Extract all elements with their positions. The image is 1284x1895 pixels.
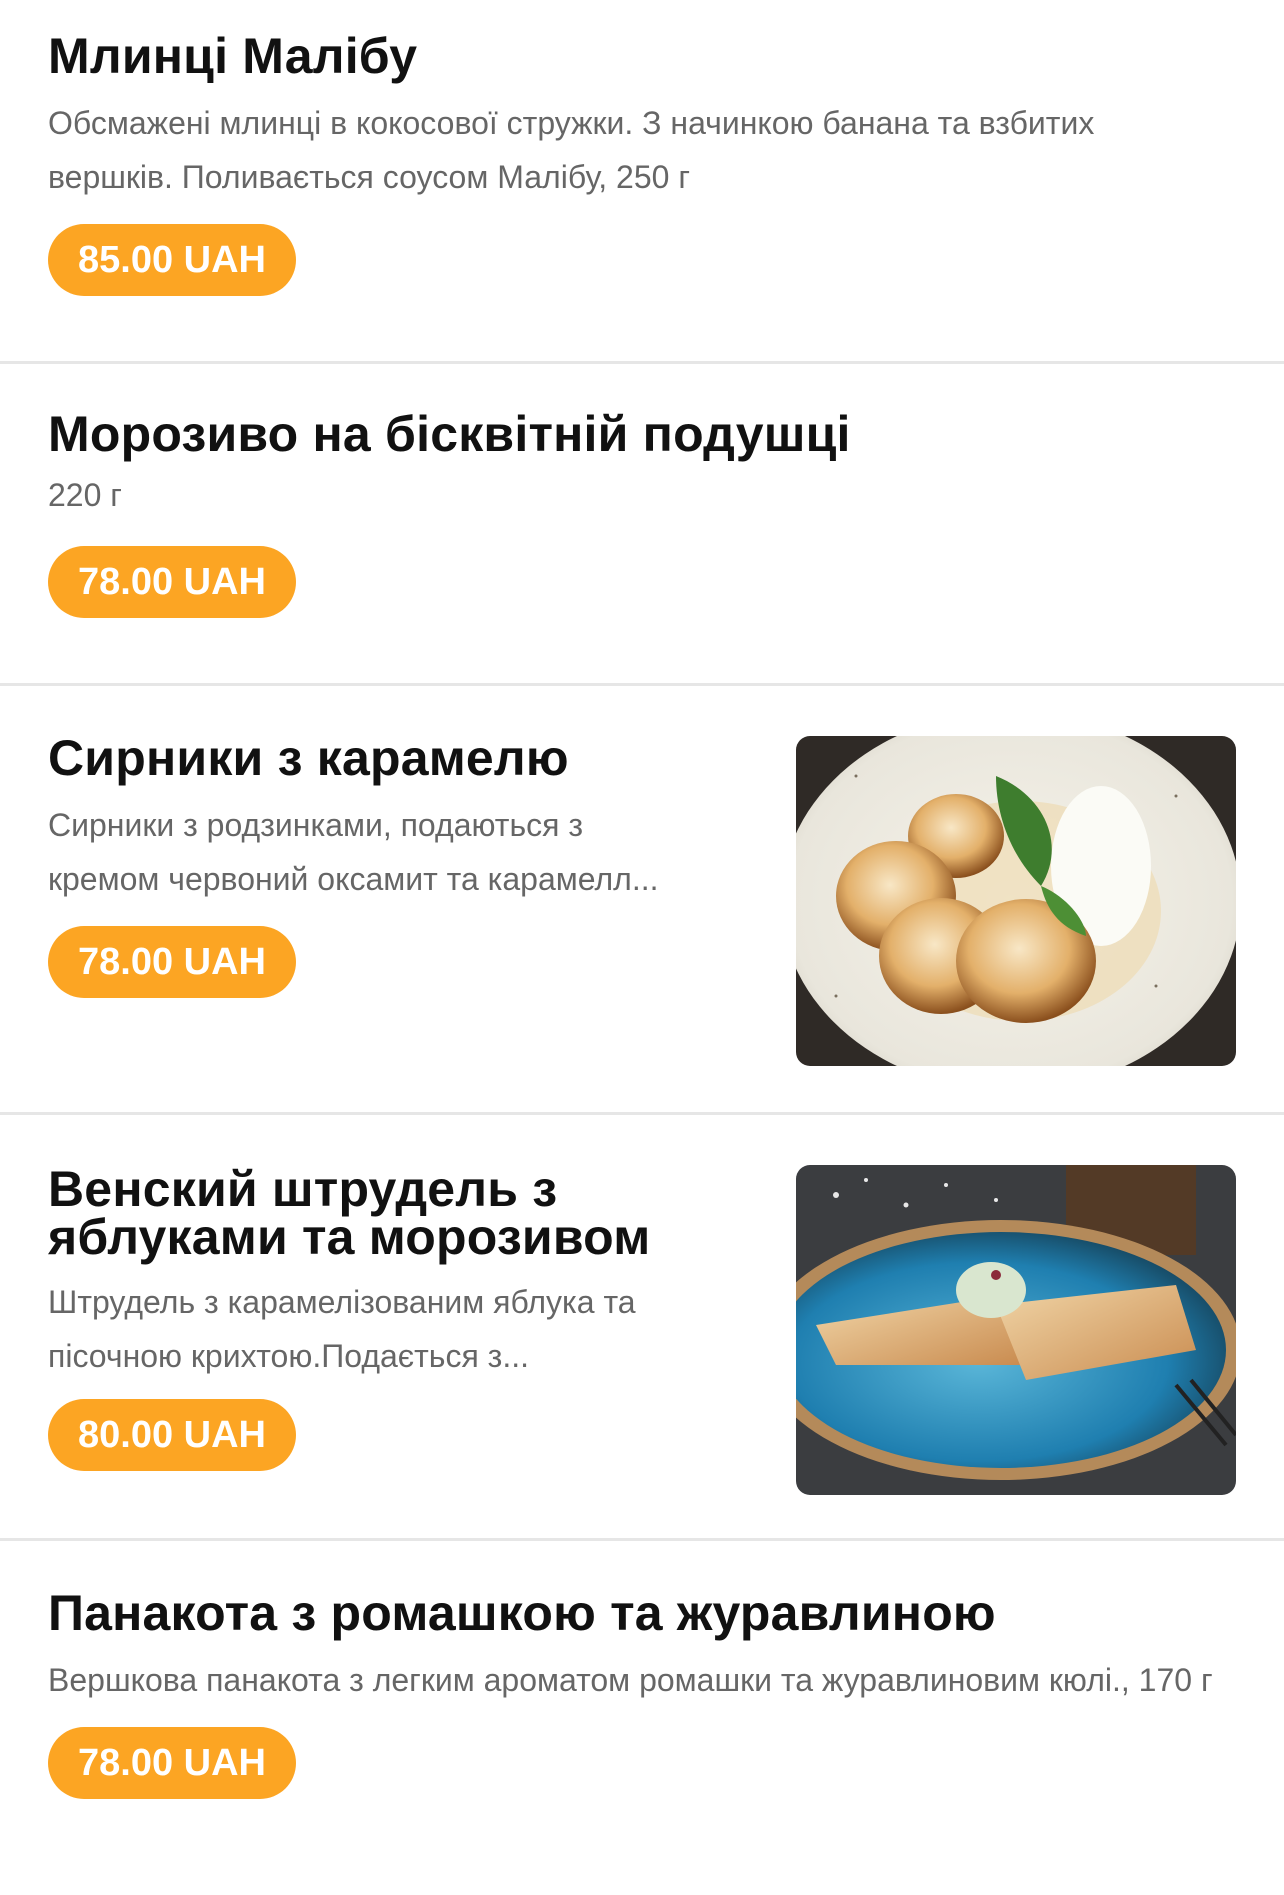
item-title: Млинці Малібу [48, 28, 418, 84]
item-description: 220 г [48, 477, 122, 513]
strudel-photo[interactable] [796, 1165, 1236, 1495]
menu-item[interactable]: Панакота з ромашкою та журавлиною Вершко… [0, 1541, 1284, 1895]
item-title: Венский штрудель з яблуками та морозивом [48, 1161, 651, 1265]
menu-item[interactable]: Морозиво на бісквітній подушці 220 г 78.… [0, 364, 1284, 686]
menu-item[interactable]: Венский штрудель з яблуками та морозивом… [0, 1115, 1284, 1541]
price-badge[interactable]: 78.00 UAH [48, 1727, 296, 1799]
item-description: Вершкова панакота з легким ароматом рома… [48, 1662, 1213, 1698]
price-badge[interactable]: 85.00 UAH [48, 224, 296, 296]
item-title: Панакота з ромашкою та журавлиною [48, 1585, 996, 1641]
price-badge[interactable]: 80.00 UAH [48, 1399, 296, 1471]
item-description-line: кремом червоний оксамит та карамелл... [48, 861, 659, 897]
item-description-line: пісочною крихтою.Подається з... [48, 1338, 529, 1374]
syrniki-photo[interactable] [796, 736, 1236, 1066]
item-description: Обсмажені млинці в кокосової стружки. З … [48, 105, 1095, 195]
menu-item[interactable]: Млинці Малібу Обсмажені млинці в кокосов… [0, 0, 1284, 364]
menu-item[interactable]: Сирники з карамелю Сирники з родзинками,… [0, 686, 1284, 1115]
item-title: Морозиво на бісквітній подушці [48, 406, 851, 462]
item-description-line: Сирники з родзинками, подаються з [48, 807, 583, 843]
item-description-line: Штрудель з карамелізованим яблука та [48, 1284, 636, 1320]
price-badge[interactable]: 78.00 UAH [48, 926, 296, 998]
menu-list: Млинці Малібу Обсмажені млинці в кокосов… [0, 0, 1284, 1895]
price-badge[interactable]: 78.00 UAH [48, 546, 296, 618]
item-title: Сирники з карамелю [48, 730, 569, 786]
